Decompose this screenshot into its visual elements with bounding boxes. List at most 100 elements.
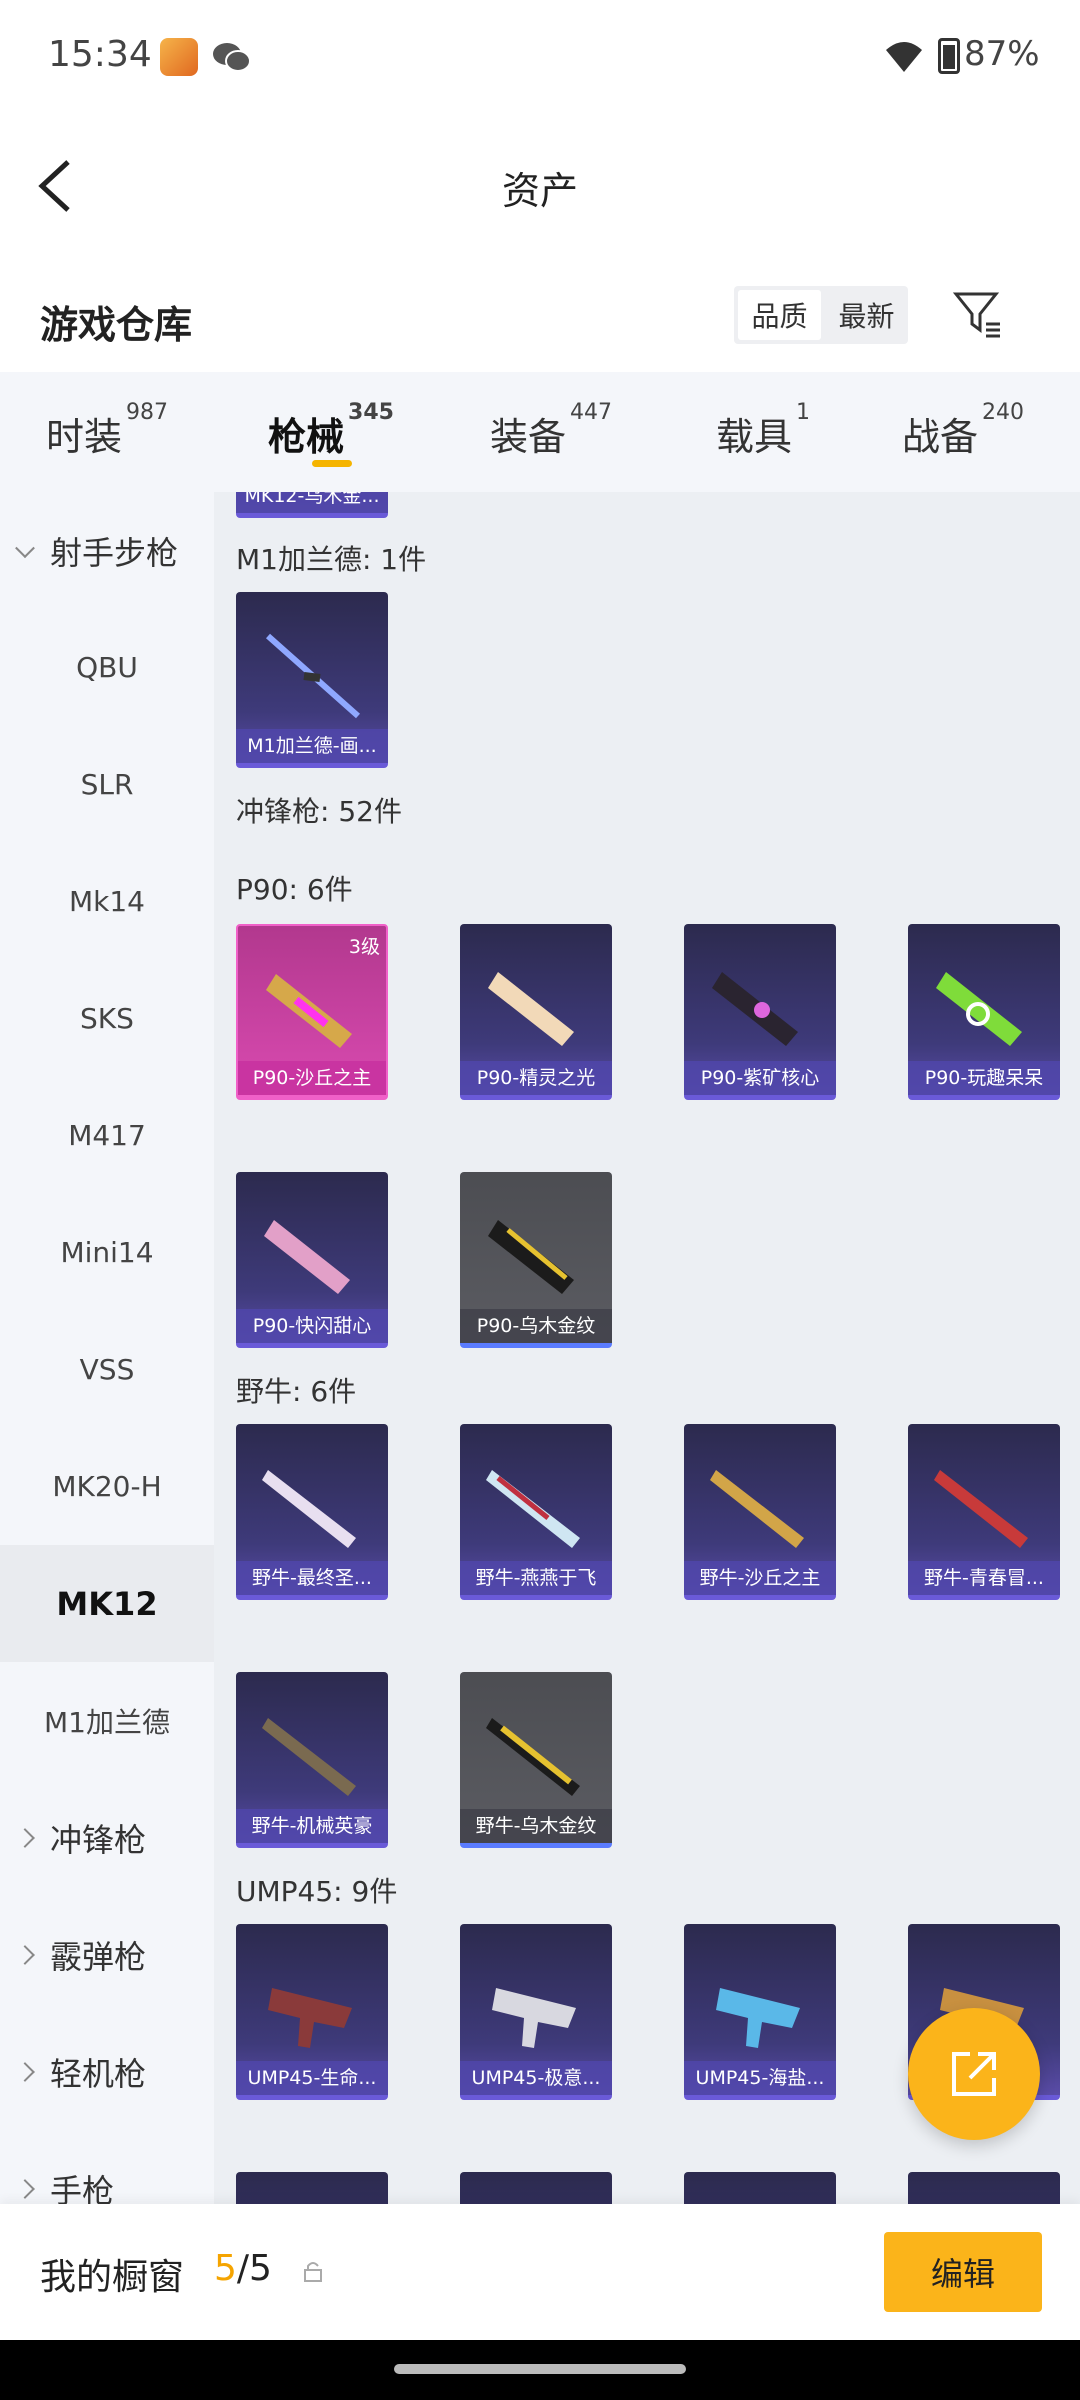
smg-icon xyxy=(716,1988,800,2048)
weapon-card-name: P90-乌木金纹 xyxy=(460,1309,612,1343)
p90-icon xyxy=(712,972,798,1046)
smg-icon xyxy=(492,1988,576,2048)
rifle-icon xyxy=(266,633,360,719)
chevron-right-icon xyxy=(15,1944,35,1965)
home-gesture-handle[interactable] xyxy=(394,2364,686,2374)
showcase-count: 5/5 xyxy=(214,2248,272,2289)
weapon-card[interactable]: P90-精灵之光 xyxy=(460,924,612,1100)
weapon-card-name: 野牛-沙丘之主 xyxy=(684,1561,836,1595)
weapon-card[interactable]: P90-紫矿核心 xyxy=(684,924,836,1100)
sidebar-item-mk20h[interactable]: MK20-H xyxy=(0,1428,214,1545)
weapon-card[interactable]: P90-乌木金纹 xyxy=(460,1172,612,1348)
sidebar-category-pistol[interactable]: 手枪 xyxy=(0,2130,214,2204)
level-badge: 3级 xyxy=(348,936,380,958)
showcase-label: 我的橱窗 xyxy=(40,2257,185,2298)
battery-percent: 87% xyxy=(964,34,1040,74)
weapon-card[interactable]: P90-玩趣呆呆 xyxy=(908,924,1060,1100)
section-label-smg: 冲锋枪: 52件 xyxy=(236,795,402,828)
battery-icon xyxy=(938,38,960,74)
weapon-card[interactable] xyxy=(460,2172,612,2204)
weapon-card[interactable]: 3级 P90-沙丘之主 xyxy=(236,924,388,1100)
share-external-icon xyxy=(952,2052,996,2096)
weapon-card[interactable]: 野牛-燕燕于飞 xyxy=(460,1424,612,1600)
sort-quality-button[interactable]: 品质 xyxy=(738,290,821,340)
chevron-right-icon xyxy=(15,2178,35,2199)
p90-icon xyxy=(266,974,352,1048)
sidebar-item-slr[interactable]: SLR xyxy=(0,726,214,843)
chevron-right-icon xyxy=(15,1827,35,1848)
sidebar-item-m417[interactable]: M417 xyxy=(0,1077,214,1194)
sidebar-category-lmg[interactable]: 轻机枪 xyxy=(0,2013,214,2130)
smg-icon xyxy=(262,1718,356,1796)
weapon-card[interactable]: MK12-乌木金... xyxy=(236,492,388,518)
wechat-icon xyxy=(213,43,251,72)
tab-supplies[interactable]: 战备240 xyxy=(902,400,1024,461)
tab-guns[interactable]: 枪械345 xyxy=(268,400,394,461)
weapon-card[interactable]: M1加兰德-画... xyxy=(236,592,388,768)
weapon-card-name: UMP45-极意... xyxy=(460,2061,612,2095)
showcase-bar: 我的橱窗 5/5 编辑 xyxy=(0,2204,1080,2340)
weapon-card[interactable]: UMP45-生命... xyxy=(236,1924,388,2100)
weapon-card[interactable]: 野牛-沙丘之主 xyxy=(684,1424,836,1600)
weapon-card[interactable]: P90-快闪甜心 xyxy=(236,1172,388,1348)
app-notification-icon xyxy=(160,38,198,76)
weapon-card[interactable] xyxy=(908,2172,1060,2204)
lock-icon xyxy=(304,2262,322,2282)
sidebar-category-shotgun[interactable]: 霰弹枪 xyxy=(0,1896,214,2013)
sidebar-item-qbu[interactable]: QBU xyxy=(0,609,214,726)
chevron-right-icon xyxy=(15,2061,35,2082)
p90-icon xyxy=(264,1220,350,1294)
sort-latest-button[interactable]: 最新 xyxy=(825,286,908,344)
warehouse-title: 游戏仓库 xyxy=(40,303,193,347)
weapon-card-name: 野牛-最终圣... xyxy=(236,1561,388,1595)
weapon-card-name: 野牛-机械英豪 xyxy=(236,1809,388,1843)
weapon-card-name: UMP45-生命... xyxy=(236,2061,388,2095)
system-nav-bar xyxy=(0,2340,1080,2400)
sidebar-category-smg[interactable]: 冲锋枪 xyxy=(0,1779,214,1896)
weapon-card[interactable]: 野牛-最终圣... xyxy=(236,1424,388,1600)
smg-icon xyxy=(934,1470,1028,1548)
sidebar-item-mk14[interactable]: Mk14 xyxy=(0,843,214,960)
share-fab[interactable] xyxy=(908,2008,1040,2140)
section-label-ump45: UMP45: 9件 xyxy=(236,1875,398,1908)
p90-icon xyxy=(488,972,574,1046)
weapon-card-name: MK12-乌木金... xyxy=(236,492,388,513)
sidebar-item-vss[interactable]: VSS xyxy=(0,1311,214,1428)
section-label-p90: P90: 6件 xyxy=(236,873,353,906)
tab-equipment[interactable]: 装备447 xyxy=(490,400,612,461)
weapon-card[interactable] xyxy=(236,2172,388,2204)
tab-fashion[interactable]: 时装987 xyxy=(46,400,168,461)
smg-icon xyxy=(268,1988,352,2048)
weapon-card[interactable]: UMP45-极意... xyxy=(460,1924,612,2100)
section-label-m1: M1加兰德: 1件 xyxy=(236,543,427,576)
weapon-sidebar: 射手步枪 QBU SLR Mk14 SKS M417 Mini14 VSS MK… xyxy=(0,492,214,2204)
weapon-card[interactable] xyxy=(684,2172,836,2204)
weapon-card-name: UMP45-海盐... xyxy=(684,2061,836,2095)
title-bar: 资产 xyxy=(0,120,1080,250)
weapon-card-name: P90-精灵之光 xyxy=(460,1061,612,1095)
sidebar-item-m1garand[interactable]: M1加兰德 xyxy=(0,1662,214,1779)
sidebar-item-mini14[interactable]: Mini14 xyxy=(0,1194,214,1311)
filter-icon[interactable] xyxy=(952,288,1004,340)
status-time: 15:34 xyxy=(48,34,152,75)
tab-vehicles[interactable]: 载具1 xyxy=(716,400,810,461)
sidebar-item-sks[interactable]: SKS xyxy=(0,960,214,1077)
sort-toggle: 品质 最新 xyxy=(734,286,908,344)
weapon-card-name: P90-快闪甜心 xyxy=(236,1309,388,1343)
weapon-card-name: P90-玩趣呆呆 xyxy=(908,1061,1060,1095)
edit-button[interactable]: 编辑 xyxy=(884,2232,1042,2312)
wifi-icon xyxy=(886,42,922,72)
weapon-card[interactable]: 野牛-青春冒... xyxy=(908,1424,1060,1600)
sidebar-item-mk12[interactable]: MK12 xyxy=(0,1545,214,1662)
status-bar: 15:34 87% xyxy=(0,0,1080,110)
weapon-card[interactable]: UMP45-海盐... xyxy=(684,1924,836,2100)
smg-icon xyxy=(262,1470,356,1548)
smg-icon xyxy=(486,1718,580,1796)
weapon-card-name: 野牛-乌木金纹 xyxy=(460,1809,612,1843)
weapon-card[interactable]: 野牛-乌木金纹 xyxy=(460,1672,612,1848)
weapon-card-name: P90-沙丘之主 xyxy=(238,1061,386,1095)
section-label-bizon: 野牛: 6件 xyxy=(236,1375,357,1408)
sidebar-group-marksman[interactable]: 射手步枪 xyxy=(0,492,214,609)
active-tab-indicator xyxy=(312,460,352,467)
weapon-card[interactable]: 野牛-机械英豪 xyxy=(236,1672,388,1848)
